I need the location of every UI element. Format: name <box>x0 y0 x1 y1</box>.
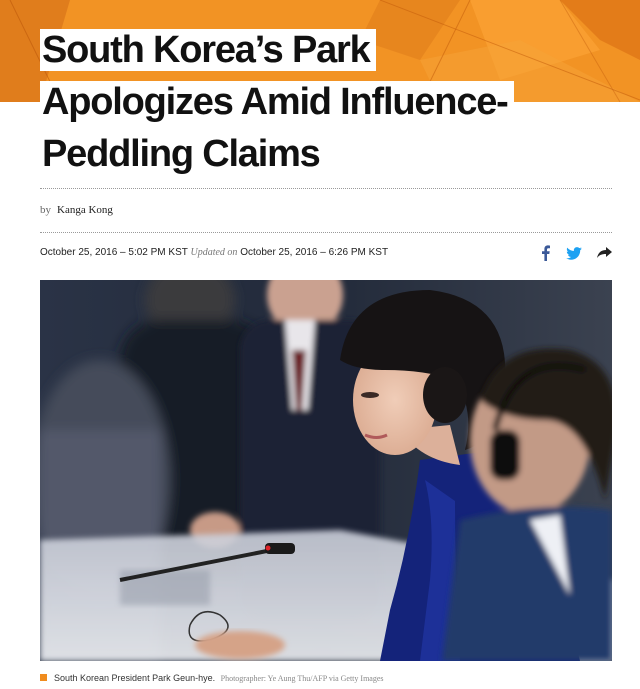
facebook-icon[interactable] <box>538 243 552 263</box>
updated-time: October 25, 2016 – 6:26 PM KST <box>240 247 389 258</box>
headline-line-3: Peddling Claims <box>40 133 326 175</box>
updated-label: Updated on <box>190 247 238 258</box>
divider-top <box>40 188 612 189</box>
byline: by Kanga Kong <box>40 204 113 216</box>
article-photo <box>40 280 612 661</box>
byline-prefix: by <box>40 204 51 216</box>
headline: South Korea’s Park Apologizes Amid Influ… <box>40 24 630 180</box>
author-link[interactable]: Kanga Kong <box>57 204 113 216</box>
headline-line-2: Apologizes Amid Influence- <box>40 81 514 123</box>
twitter-icon[interactable] <box>564 243 584 263</box>
photo-illustration <box>40 280 612 661</box>
divider-bottom <box>40 232 612 233</box>
caption-marker <box>40 674 47 681</box>
published-time: October 25, 2016 – 5:02 PM KST <box>40 247 188 258</box>
headline-line-1: South Korea’s Park <box>40 29 376 71</box>
timestamp-row: October 25, 2016 – 5:02 PM KST Updated o… <box>40 247 388 258</box>
caption-text: South Korean President Park Geun-hye. <box>54 673 216 683</box>
photo-credit: Photographer: Ye Aung Thu/AFP via Getty … <box>220 674 384 683</box>
share-arrow-icon[interactable] <box>594 243 614 263</box>
photo-caption: South Korean President Park Geun-hye. Ph… <box>40 673 384 683</box>
